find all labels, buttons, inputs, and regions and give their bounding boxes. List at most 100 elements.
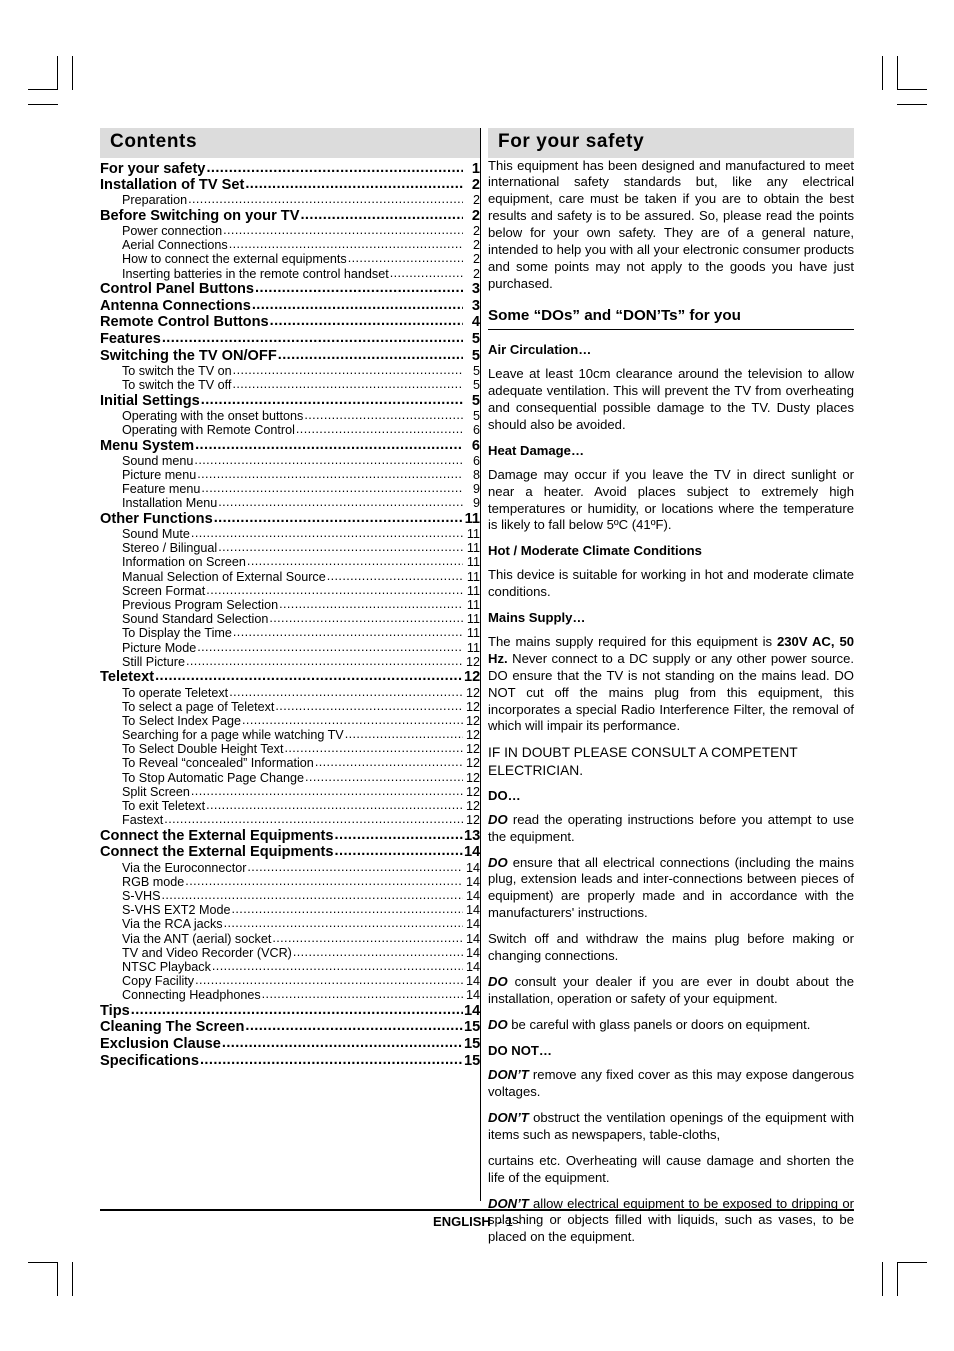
toc-entry[interactable]: Before Switching on your TV ............… xyxy=(100,208,480,224)
safety-header: For your safety xyxy=(488,128,854,158)
toc-entry[interactable]: To Stop Automatic Page Change ..........… xyxy=(100,770,480,785)
toc-entry[interactable]: Feature menu ...........................… xyxy=(100,482,480,496)
toc-entry[interactable]: Power connection .......................… xyxy=(100,224,480,239)
instruction-text: read the operating instructions before y… xyxy=(488,811,854,844)
toc-entry-page: 15 xyxy=(464,1036,481,1053)
toc-entry[interactable]: To Select Index Page ...................… xyxy=(100,714,480,728)
toc-entry-label: To switch the TV off xyxy=(122,377,232,392)
toc-leader-dots: ........................................… xyxy=(305,770,463,784)
toc-entry[interactable]: Via the ANT (aerial) socket ............… xyxy=(100,931,480,946)
toc-entry[interactable]: Teletext ...............................… xyxy=(100,669,480,685)
toc-entry[interactable]: Preparation ............................… xyxy=(100,193,480,207)
toc-entry[interactable]: Operating with Remote Control ..........… xyxy=(100,423,480,437)
toc-entry[interactable]: Control Panel Buttons ..................… xyxy=(100,281,480,298)
instruction-prefix: DO xyxy=(488,974,508,990)
toc-entry[interactable]: Sound Mute .............................… xyxy=(100,527,480,541)
toc-entry[interactable]: Still Picture ..........................… xyxy=(100,655,480,669)
toc-entry-label: Power connection xyxy=(122,224,223,239)
toc-entry[interactable]: Menu System ............................… xyxy=(100,438,480,454)
toc-entry[interactable]: Installation of TV Set .................… xyxy=(100,177,480,193)
toc-entry-label: Exclusion Clause xyxy=(100,1036,221,1053)
toc-entry-page: 14 xyxy=(465,988,480,1003)
toc-entry[interactable]: To operate Teletext ....................… xyxy=(100,685,480,700)
toc-entry-page: 3 xyxy=(471,281,480,298)
air-circulation-heading: Air Circulation… xyxy=(488,342,592,358)
toc-entry[interactable]: Exclusion Clause .......................… xyxy=(100,1036,481,1053)
toc-entry[interactable]: Other Functions ........................… xyxy=(100,511,480,527)
toc-entry[interactable]: For your safety ........................… xyxy=(100,160,480,177)
instruction-prefix: DON’T xyxy=(488,1066,529,1082)
toc-entry[interactable]: Features ...............................… xyxy=(100,331,480,347)
do-section-heading: DO… xyxy=(488,787,521,803)
toc-entry-label: Searching for a page while watching TV xyxy=(122,728,344,743)
toc-entry-label: Copy Facility xyxy=(122,974,195,989)
safety-instruction-item: DON’T obstruct the ventilation openings … xyxy=(488,1110,854,1144)
toc-entry[interactable]: NTSC Playback ..........................… xyxy=(100,960,480,974)
toc-entry[interactable]: Screen Format ..........................… xyxy=(100,584,480,598)
toc-entry[interactable]: Operating with the onset buttons .......… xyxy=(100,409,480,423)
toc-entry[interactable]: Information on Screen ..................… xyxy=(100,555,480,569)
toc-entry[interactable]: Copy Facility ..........................… xyxy=(100,974,480,989)
toc-entry[interactable]: To exit Teletext .......................… xyxy=(100,799,480,813)
toc-entry-page: 14 xyxy=(464,1002,481,1019)
toc-entry[interactable]: Initial Settings .......................… xyxy=(100,393,480,409)
toc-entry[interactable]: Split Screen ...........................… xyxy=(100,785,480,799)
toc-entry[interactable]: Installation Menu ......................… xyxy=(100,496,480,510)
toc-entry[interactable]: To select a page of Teletext ...........… xyxy=(100,700,480,714)
toc-entry[interactable]: Via the RCA jacks ......................… xyxy=(100,917,480,931)
toc-entry[interactable]: Via the Euroconnector ..................… xyxy=(100,861,480,875)
toc-entry-label: Via the ANT (aerial) socket xyxy=(122,931,272,946)
toc-entry[interactable]: Connect the External Equipments ........… xyxy=(100,844,480,860)
contents-column: Contents For your safety ...............… xyxy=(100,128,480,1068)
toc-entry[interactable]: How to connect the external equipments .… xyxy=(100,252,480,266)
toc-entry[interactable]: To switch the TV off ...................… xyxy=(100,377,480,392)
toc-entry[interactable]: To Select Double Height Text ...........… xyxy=(100,742,480,756)
toc-entry[interactable]: Picture Mode ...........................… xyxy=(100,641,480,655)
toc-leader-dots: ........................................… xyxy=(246,555,463,569)
crop-mark-bottom-right xyxy=(897,1262,898,1296)
toc-entry[interactable]: Tips ...................................… xyxy=(100,1002,481,1019)
toc-leader-dots: ........................................… xyxy=(314,756,463,770)
toc-entry[interactable]: Searching for a page while watching TV .… xyxy=(100,728,480,743)
toc-leader-dots: ........................................… xyxy=(232,377,463,391)
toc-entry-page: 3 xyxy=(471,297,480,314)
toc-entry-label: Tips xyxy=(100,1002,130,1019)
toc-entry[interactable]: Switching the TV ON/OFF ................… xyxy=(100,347,480,364)
toc-entry[interactable]: To switch the TV on ....................… xyxy=(100,364,480,378)
toc-entry[interactable]: S-VHS ..................................… xyxy=(100,889,480,903)
toc-entry[interactable]: To Display the Time ....................… xyxy=(100,626,480,641)
toc-leader-dots: ........................................… xyxy=(218,541,463,554)
toc-entry[interactable]: Aerial Connections .....................… xyxy=(100,238,480,252)
toc-entry[interactable]: Stereo / Bilingual .....................… xyxy=(100,541,480,555)
toc-entry[interactable]: Fastext ................................… xyxy=(100,813,480,827)
toc-entry[interactable]: Inserting batteries in the remote contro… xyxy=(100,266,480,281)
toc-entry[interactable]: Previous Program Selection .............… xyxy=(100,598,480,612)
toc-entry[interactable]: Sound Standard Selection ...............… xyxy=(100,612,480,627)
crop-mark-top-right xyxy=(897,56,898,90)
toc-entry-page: 2 xyxy=(472,266,480,281)
toc-entry-page: 11 xyxy=(466,626,480,641)
toc-entry-page: 14 xyxy=(465,945,480,960)
toc-leader-dots: ........................................… xyxy=(206,160,463,176)
toc-entry[interactable]: Specifications .........................… xyxy=(100,1053,480,1069)
toc-entry[interactable]: Sound menu .............................… xyxy=(100,454,480,468)
toc-entry[interactable]: Manual Selection of External Source ....… xyxy=(100,570,480,584)
toc-entry[interactable]: Connecting Headphones ..................… xyxy=(100,988,480,1003)
toc-entry[interactable]: Connect the External Equipments ........… xyxy=(100,828,480,844)
toc-leader-dots: ........................................… xyxy=(269,314,463,330)
safety-instruction-item: Switch off and withdraw the mains plug b… xyxy=(488,931,854,965)
instruction-prefix: DO xyxy=(488,854,508,870)
toc-entry[interactable]: Picture menu ...........................… xyxy=(100,468,480,482)
toc-entry-label: Inserting batteries in the remote contro… xyxy=(122,266,389,281)
toc-leader-dots: ........................................… xyxy=(277,347,463,363)
toc-entry[interactable]: Antenna Connections ....................… xyxy=(100,297,480,314)
crop-mark-top-left xyxy=(72,56,73,90)
toc-entry[interactable]: S-VHS EXT2 Mode ........................… xyxy=(100,903,480,917)
toc-entry-label: Sound Standard Selection xyxy=(122,612,269,627)
toc-entry[interactable]: RGB mode ...............................… xyxy=(100,875,480,889)
toc-entry-label: To operate Teletext xyxy=(122,685,229,700)
toc-entry[interactable]: To Reveal “concealed” Information ......… xyxy=(100,756,480,770)
toc-entry[interactable]: TV and Video Recorder (VCR) ............… xyxy=(100,945,480,960)
toc-entry[interactable]: Cleaning The Screen ....................… xyxy=(100,1019,480,1035)
toc-entry[interactable]: Remote Control Buttons .................… xyxy=(100,314,480,330)
